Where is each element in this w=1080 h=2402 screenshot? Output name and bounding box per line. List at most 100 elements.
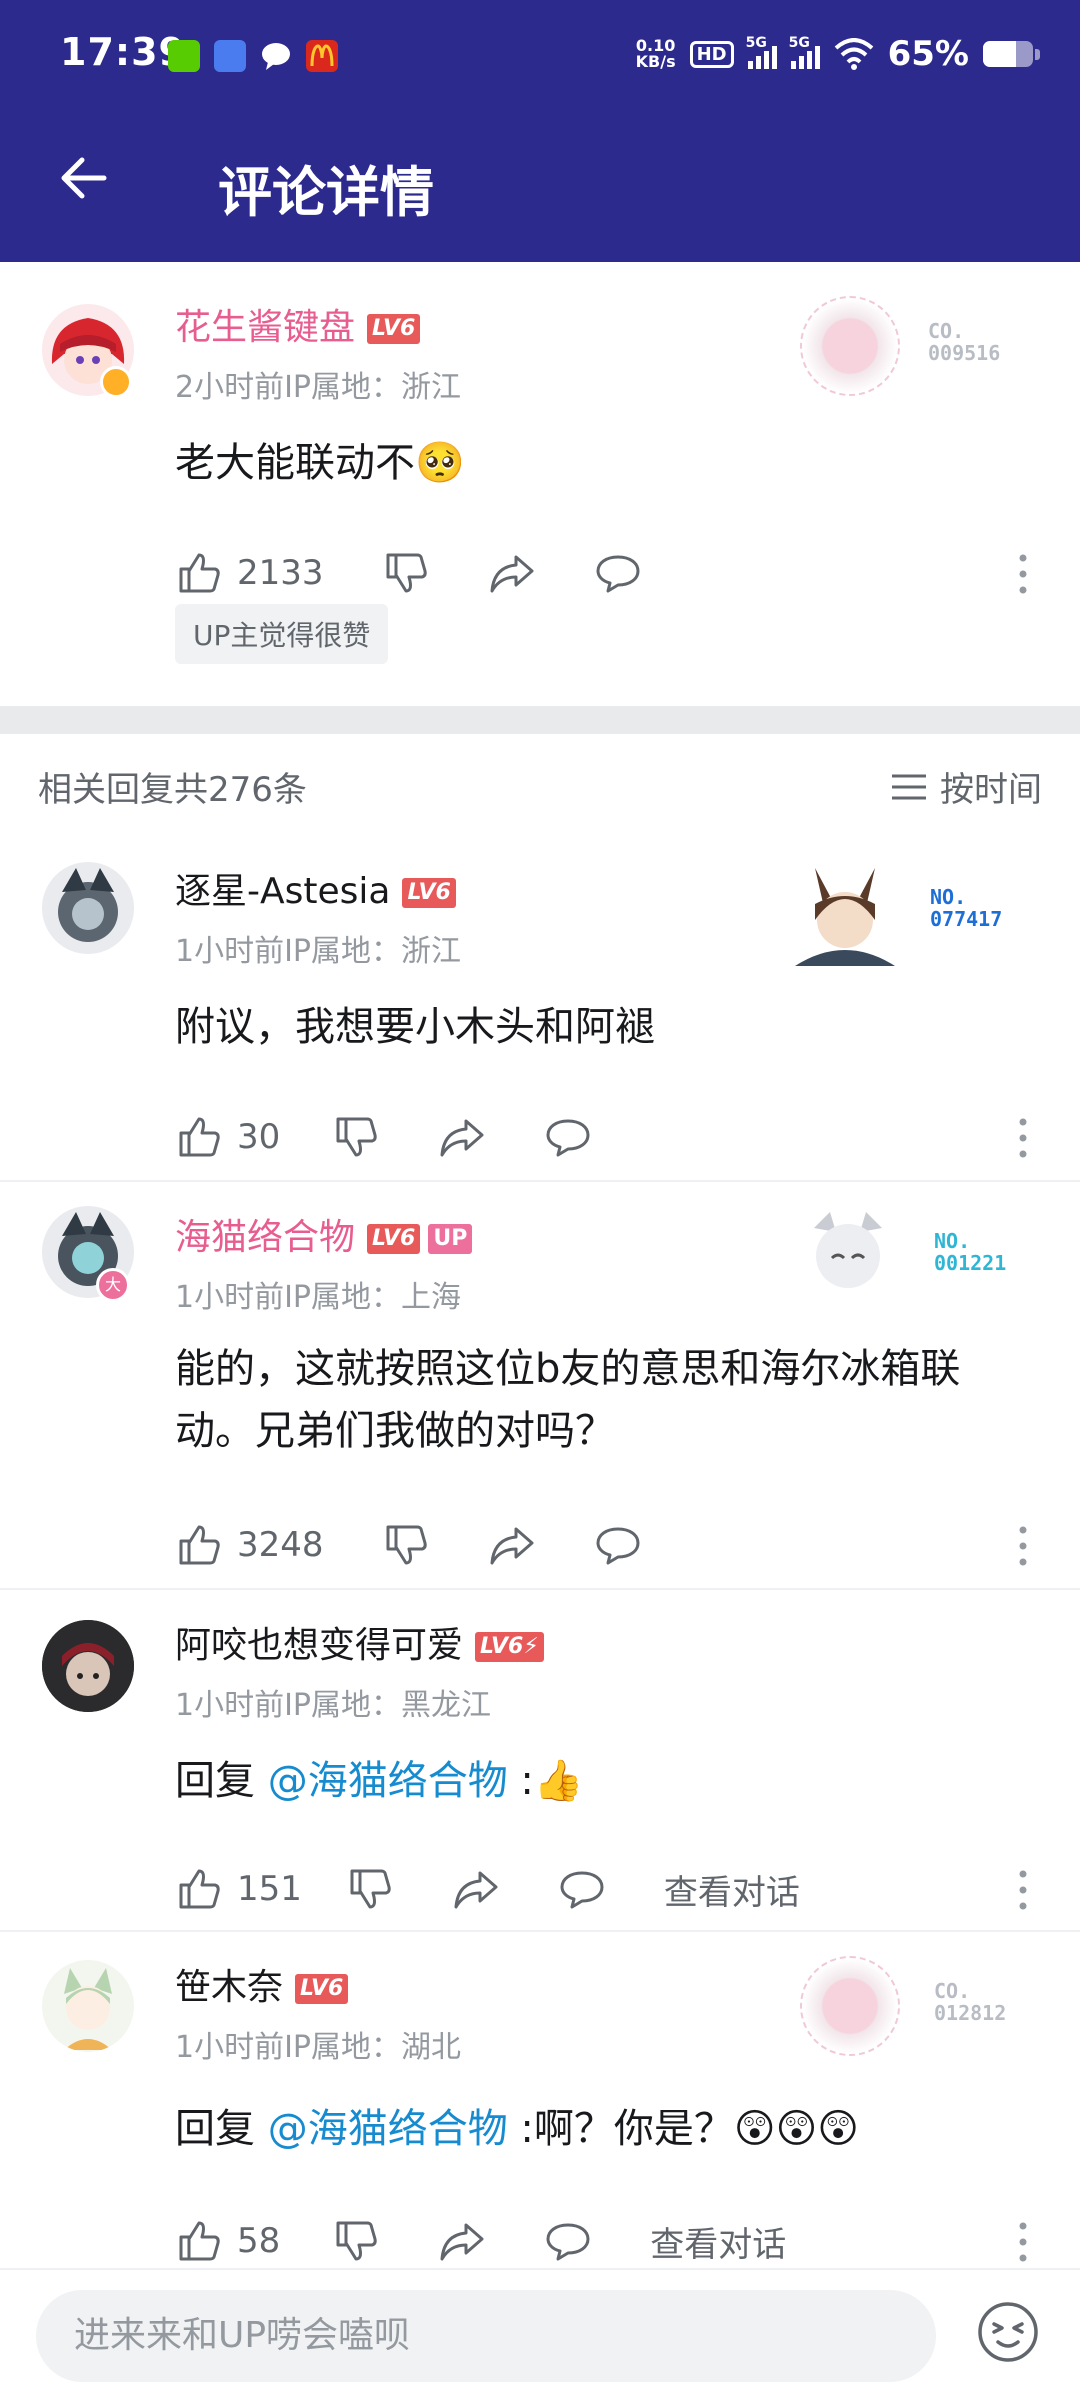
reply-button[interactable]: [594, 549, 642, 597]
share-button[interactable]: [488, 549, 536, 597]
comment-input[interactable]: 进来来和UP唠会嗑呗: [36, 2290, 936, 2382]
dislike-button[interactable]: [346, 1865, 394, 1913]
fan-number: CO. 012812: [934, 1979, 1007, 2025]
like-count: 58: [237, 2221, 281, 2261]
thumbs-up-icon: [179, 1117, 220, 1157]
reply-button[interactable]: [594, 1521, 642, 1569]
reply-prefix: 回复: [175, 1758, 268, 1804]
sim2-label: 5G: [788, 35, 810, 51]
sort-label: 按时间: [940, 770, 1042, 810]
share-button[interactable]: [452, 1865, 500, 1913]
thumbs-down-icon: [386, 1525, 427, 1565]
status-app-icons: [168, 40, 338, 72]
like-count: 30: [237, 1117, 281, 1157]
reply-meta: 1小时前IP属地：黑龙江: [175, 1688, 492, 1723]
reply-actions: 58 查看对话: [175, 2216, 786, 2266]
reply-username[interactable]: 海猫络合物 LV6 UP: [175, 1208, 473, 1260]
reply-actions: 30: [175, 1112, 592, 1162]
reply-username[interactable]: 笹木奈 LV6: [175, 1958, 349, 2010]
emoji-icon[interactable]: [976, 2300, 1040, 2364]
like-button[interactable]: 2133: [175, 549, 324, 597]
reply-button[interactable]: [544, 1113, 592, 1161]
reply-username[interactable]: 逐星-Astesia LV6: [175, 862, 456, 914]
sort-button[interactable]: 按时间: [890, 762, 1042, 811]
share-icon: [440, 1119, 484, 1157]
view-conversation-link[interactable]: 查看对话: [664, 1865, 800, 1914]
reply-meta: 1小时前IP属地：上海: [175, 1280, 462, 1315]
level-badge: LV6: [367, 314, 421, 344]
signal-icon: 5G: [746, 35, 777, 69]
comment-meta: 2小时前IP属地：浙江: [175, 370, 462, 405]
fan-number: CO. 009516: [928, 319, 1001, 365]
section-gap: [0, 706, 1080, 734]
comment-username[interactable]: 花生酱键盘 LV6: [175, 298, 421, 350]
level-badge: LV6: [295, 1974, 349, 2004]
thumbs-down-icon: [386, 553, 427, 593]
thumbs-down-icon: [336, 2221, 377, 2261]
thumbs-up-icon: [179, 2221, 220, 2261]
share-icon: [490, 1527, 534, 1565]
reply-actions: 151 查看对话: [175, 1864, 800, 1914]
level-badge: LV6⚡: [475, 1632, 544, 1662]
battery-percent: 65%: [887, 34, 969, 74]
mention-link[interactable]: @海猫络合物: [268, 2106, 508, 2152]
like-button[interactable]: 151: [175, 1865, 302, 1913]
verified-badge-icon: [100, 366, 132, 398]
avatar[interactable]: [42, 862, 134, 954]
reply-text: 回复 @海猫络合物 :👍: [175, 1750, 1036, 1812]
reply-username[interactable]: 阿咬也想变得可爱 LV6⚡: [175, 1616, 544, 1668]
fan-medal-icon: [800, 296, 900, 396]
avatar[interactable]: [42, 1960, 134, 2052]
view-conversation-link[interactable]: 查看对话: [650, 2217, 786, 2266]
up-liked-badge: UP主觉得很赞: [175, 604, 389, 664]
like-button[interactable]: 3248: [175, 1521, 324, 1569]
divider: [0, 1588, 1080, 1590]
top-bar: 17:39 0.10 KB/s HD 5G 5G 65% 评论详情: [0, 0, 1080, 262]
divider: [0, 1180, 1080, 1182]
reply-meta: 1小时前IP属地：浙江: [175, 934, 462, 969]
reply-meta: 1小时前IP属地：湖北: [175, 2030, 462, 2065]
reply-button[interactable]: [558, 1865, 606, 1913]
like-button[interactable]: 58: [175, 2217, 280, 2265]
avatar[interactable]: [42, 1620, 134, 1712]
dislike-button[interactable]: [382, 549, 430, 597]
fan-medal-icon: [800, 1202, 896, 1298]
more-options-icon[interactable]: [1018, 2220, 1028, 2264]
thumbs-up-icon: [179, 1869, 220, 1909]
fan-number: NO. 001221: [934, 1229, 1007, 1275]
back-arrow-icon[interactable]: [56, 150, 112, 206]
comment-bubble-icon: [546, 2223, 590, 2261]
thumbs-up-icon: [179, 1525, 220, 1565]
share-button[interactable]: [438, 2217, 486, 2265]
dislike-button[interactable]: [332, 1113, 380, 1161]
like-count: 3248: [237, 1525, 324, 1565]
username-text: 阿咬也想变得可爱: [175, 1625, 464, 1666]
up-badge: UP: [428, 1224, 473, 1254]
fan-number: NO. 077417: [930, 885, 1003, 931]
reply-text: 能的，这就按照这位b友的意思和海尔冰箱联动。兄弟们我做的对吗？: [175, 1346, 961, 1454]
status-right: 0.10 KB/s HD 5G 5G 65%: [636, 34, 1040, 74]
more-options-icon[interactable]: [1018, 1116, 1028, 1160]
share-button[interactable]: [438, 1113, 486, 1161]
share-icon: [440, 2223, 484, 2261]
comment-bubble-icon: [596, 1527, 640, 1565]
fan-medal-icon: [785, 848, 905, 968]
net-speed-unit: KB/s: [635, 52, 676, 71]
dislike-button[interactable]: [382, 1521, 430, 1569]
comment-actions: 2133: [175, 548, 642, 598]
comment-text: 老大能联动不🥺: [175, 440, 465, 486]
share-button[interactable]: [488, 1521, 536, 1569]
divider: [0, 1930, 1080, 1932]
more-options-icon[interactable]: [1018, 1868, 1028, 1912]
reply-count: 相关回复共276条: [38, 770, 307, 810]
page-title: 评论详情: [218, 161, 434, 224]
more-options-icon[interactable]: [1018, 1524, 1028, 1568]
mention-link[interactable]: @海猫络合物: [268, 1758, 508, 1804]
more-options-icon[interactable]: [1018, 552, 1028, 596]
reply-button[interactable]: [544, 2217, 592, 2265]
like-button[interactable]: 30: [175, 1113, 280, 1161]
dislike-button[interactable]: [332, 2217, 380, 2265]
level-badge: LV6: [367, 1224, 421, 1254]
username-text: 笹木奈: [175, 1967, 284, 2008]
thumbs-up-icon: [179, 553, 220, 593]
